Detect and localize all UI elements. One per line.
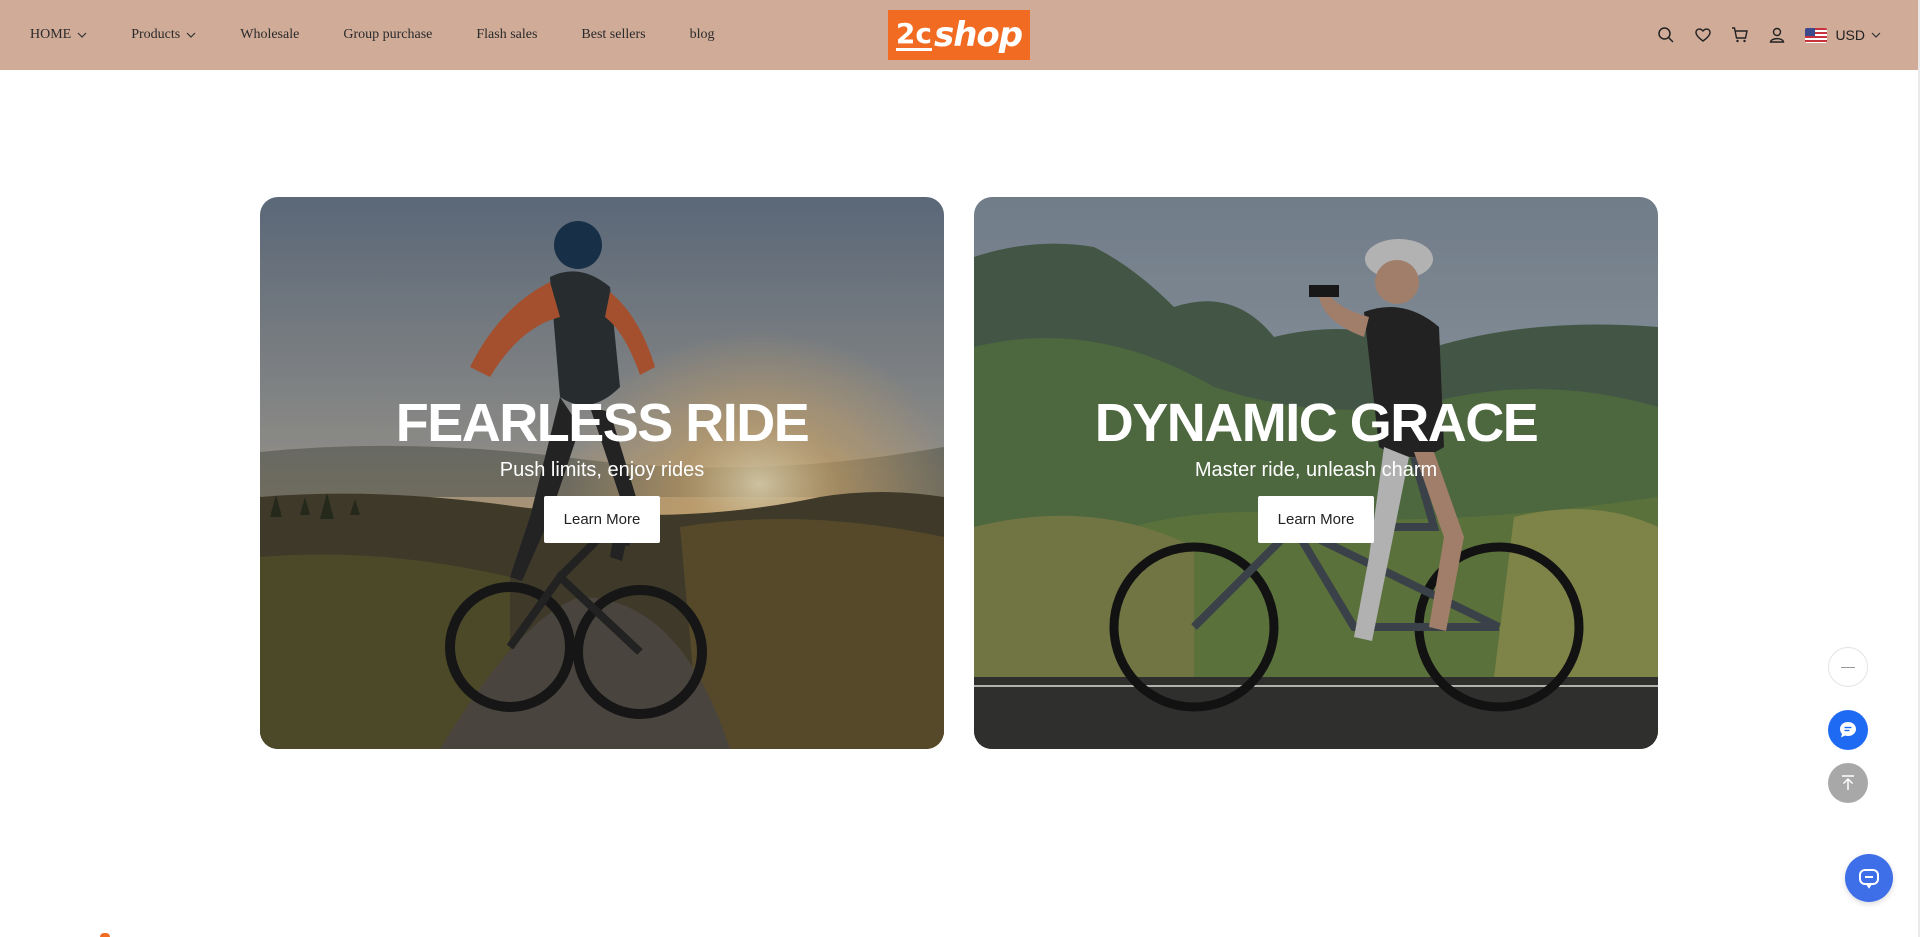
currency-label: USD [1835, 27, 1865, 43]
message-icon [1859, 869, 1879, 889]
site-logo[interactable]: 2c shop [888, 10, 1030, 60]
site-header: HOME Products Wholesale Group purchase F… [0, 0, 1918, 70]
user-icon[interactable] [1767, 25, 1787, 45]
nav-item-label: Products [131, 27, 181, 42]
nav-item-label: Best sellers [581, 27, 646, 42]
nav-item-wholesale[interactable]: Wholesale [240, 27, 299, 43]
back-to-top-button[interactable] [1828, 763, 1868, 803]
chevron-down-icon [77, 32, 87, 38]
banner-subtitle: Master ride, unleash charm [1194, 459, 1438, 481]
nav-item-group-purchase[interactable]: Group purchase [343, 27, 432, 43]
nav-item-label: Group purchase [343, 27, 433, 42]
logo-mark: 2c [895, 16, 932, 51]
arrow-up-icon [1842, 775, 1854, 790]
header-actions: USD [1639, 0, 1881, 70]
nav-item-blog[interactable]: blog [690, 27, 715, 43]
banner-title: DYNAMIC GRACE [1094, 393, 1539, 453]
nav-item-label: Flash sales [476, 27, 538, 42]
nav-item-home[interactable]: HOME [30, 27, 87, 43]
us-flag-icon [1805, 27, 1828, 43]
learn-more-button[interactable]: Learn More [1258, 496, 1374, 543]
collapse-widget-button[interactable] [1828, 647, 1868, 687]
banner-card-fearless-ride[interactable]: FEARLESS RIDE Push limits, enjoy rides L… [260, 197, 944, 749]
banner-subtitle: Push limits, enjoy rides [499, 459, 705, 481]
nav-item-best-sellers[interactable]: Best sellers [581, 27, 645, 43]
message-button[interactable] [1845, 854, 1893, 902]
chevron-down-icon [186, 32, 196, 38]
search-icon[interactable] [1656, 25, 1676, 45]
learn-more-button[interactable]: Learn More [544, 496, 660, 543]
chat-button[interactable] [1828, 710, 1868, 750]
heart-icon[interactable] [1693, 25, 1713, 45]
nav-item-label: blog [689, 27, 715, 42]
main-nav: HOME Products Wholesale Group purchase F… [30, 0, 758, 70]
nav-item-label: Wholesale [240, 27, 300, 42]
banner-content: DYNAMIC GRACE Master ride, unleash charm… [974, 393, 1658, 543]
nav-item-flash-sales[interactable]: Flash sales [476, 27, 537, 43]
cart-icon[interactable] [1730, 25, 1750, 45]
banner-content: FEARLESS RIDE Push limits, enjoy rides L… [260, 393, 944, 543]
next-section-accent [100, 933, 110, 937]
currency-selector[interactable]: USD [1805, 27, 1881, 43]
chat-bubble-icon [1840, 722, 1856, 738]
banner-title: FEARLESS RIDE [395, 393, 810, 453]
minus-icon [1841, 666, 1855, 668]
nav-item-products[interactable]: Products [131, 27, 196, 43]
chevron-down-icon [1871, 32, 1881, 38]
logo-text: shop [933, 15, 1023, 55]
nav-item-label: HOME [30, 27, 72, 42]
banner-card-dynamic-grace[interactable]: DYNAMIC GRACE Master ride, unleash charm… [974, 197, 1658, 749]
